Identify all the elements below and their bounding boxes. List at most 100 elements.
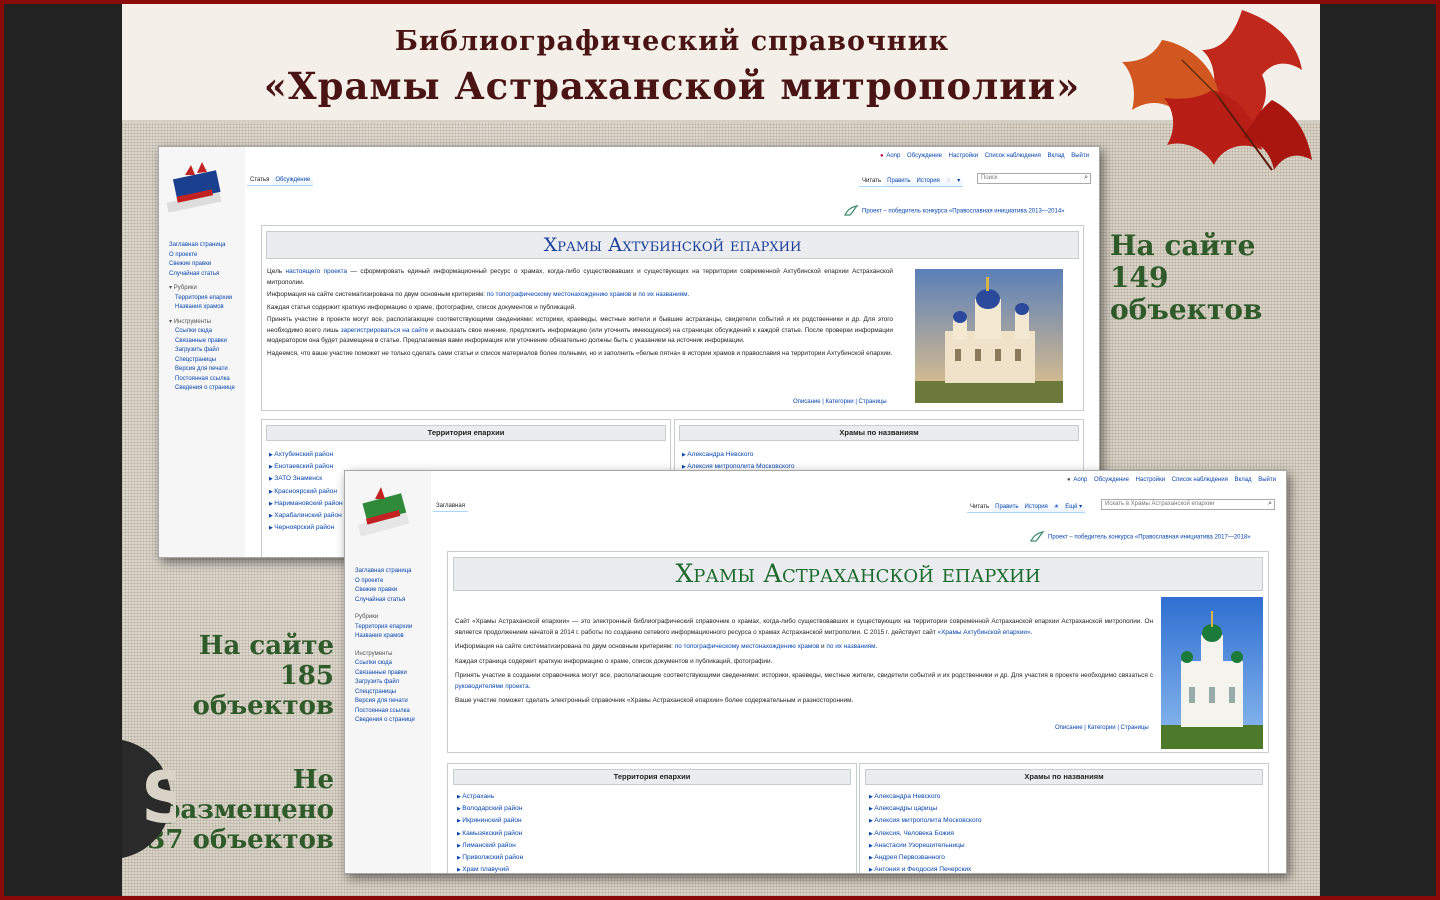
list-item[interactable]: Александры царицы xyxy=(869,803,982,815)
list-item[interactable]: Икрянинский район xyxy=(457,815,523,827)
project-banner[interactable]: Проект – победитель конкурса «Православн… xyxy=(1029,529,1251,545)
wiki-sidebar: Заглавная страница О проекте Свежие прав… xyxy=(159,147,245,557)
settings-link[interactable]: Настройки xyxy=(949,153,978,159)
sidebar-item-recent[interactable]: Свежие правки xyxy=(169,260,235,270)
sidebar-item-main[interactable]: Заглавная страница xyxy=(355,567,415,577)
sidebar-item-recent[interactable]: Свежие правки xyxy=(355,586,415,596)
tab-article[interactable]: Статья xyxy=(247,175,273,186)
sidebar-item-tool[interactable]: Постоянная ссылка xyxy=(355,707,415,717)
list-item[interactable]: ЗАТО Знаменск xyxy=(269,473,343,485)
user-link[interactable]: Аоnр xyxy=(886,153,900,159)
sidebar-item-random[interactable]: Случайная статья xyxy=(355,596,415,606)
list-item[interactable]: Алексия, Человека Божия xyxy=(869,828,982,840)
talk-link[interactable]: Обсуждение xyxy=(907,153,942,159)
search-icon[interactable]: ⌕ xyxy=(1268,500,1272,508)
sidebar-item-territory[interactable]: Территория епархии xyxy=(169,294,235,304)
names-link[interactable]: по их названиям xyxy=(826,643,875,650)
list-item[interactable]: Харабалинский район xyxy=(269,510,343,522)
list-item[interactable]: Александра Невского xyxy=(682,449,795,461)
more-menu[interactable]: Ещё ▾ xyxy=(1062,501,1086,513)
tab-history[interactable]: История xyxy=(913,176,943,187)
sidebar-item-about[interactable]: О проекте xyxy=(355,577,415,587)
sidebar-item-about[interactable]: О проекте xyxy=(169,251,235,261)
names-link[interactable]: по их названиям xyxy=(638,291,687,298)
list-item[interactable]: Камызякский район xyxy=(457,828,523,840)
list-item[interactable]: Енотаевский район xyxy=(269,461,343,473)
more-menu-chevron-down-icon[interactable]: ▾ xyxy=(954,175,964,187)
user-link[interactable]: Аоnр xyxy=(1073,477,1087,483)
list-item[interactable]: Храм плавучий xyxy=(457,864,523,873)
list-item[interactable]: Приволжский район xyxy=(457,852,523,864)
sidebar-item-tool[interactable]: Загрузить файл xyxy=(169,346,235,356)
search-input[interactable]: Искать в Храмы Астраханской епархии ⌕ xyxy=(1101,499,1275,510)
akhtuba-site-link[interactable]: «Храмы Ахтубинской епархии» xyxy=(938,629,1031,636)
category-links[interactable]: Описание | Категории | Страницы xyxy=(1055,725,1149,731)
category-links[interactable]: Описание | Категории | Страницы xyxy=(793,399,887,405)
tab-edit[interactable]: Править xyxy=(884,176,914,187)
tab-main[interactable]: Заглавная xyxy=(433,501,468,512)
tab-discussion[interactable]: Обсуждение xyxy=(272,175,314,186)
tab-edit[interactable]: Править xyxy=(992,502,1022,513)
leaders-link[interactable]: руководителями проекта xyxy=(455,683,529,690)
tab-read[interactable]: Читать xyxy=(967,502,993,513)
contrib-link[interactable]: Вклад xyxy=(1048,153,1065,159)
list-item[interactable]: Наримановский район xyxy=(269,498,342,510)
sidebar-item-random[interactable]: Случайная статья xyxy=(169,270,235,280)
view-tabs: Читать Править История ☆ ▾ xyxy=(859,175,964,187)
list-item[interactable]: Черноярский район xyxy=(269,522,343,534)
sidebar-item-tool[interactable]: Спецстраницы xyxy=(355,688,415,698)
list-item[interactable]: Андрея Первозванного xyxy=(869,852,982,864)
watch-star-icon[interactable]: ☆ xyxy=(942,175,955,187)
sidebar-item-tool[interactable]: Ссылки сюда xyxy=(355,659,415,669)
project-link[interactable]: настоящего проекта xyxy=(286,268,348,275)
sidebar-item-territory[interactable]: Территория епархии xyxy=(355,623,415,633)
list-item[interactable]: Анастасии Узорешительницы xyxy=(869,840,982,852)
site-logo-icon[interactable] xyxy=(351,481,415,539)
watchlist-link[interactable]: Список наблюдения xyxy=(1172,477,1228,483)
logout-link[interactable]: Выйти xyxy=(1258,477,1276,483)
sidebar-item-tool[interactable]: Связанные правки xyxy=(169,337,235,347)
talk-link[interactable]: Обсуждение xyxy=(1094,477,1129,483)
list-item[interactable]: Александра Невского xyxy=(869,791,982,803)
sidebar-item-tool[interactable]: Версия для печати xyxy=(169,365,235,375)
site-logo-icon[interactable] xyxy=(165,157,229,215)
watchlist-link[interactable]: Список наблюдения xyxy=(985,153,1041,159)
right-border xyxy=(1320,4,1436,896)
list-item[interactable]: Ахтубинский район xyxy=(269,449,343,461)
page-tabs: Статья Обсуждение xyxy=(247,175,314,186)
search-input[interactable]: Поиск ⌕ xyxy=(977,173,1091,184)
watch-star-icon[interactable]: ★ xyxy=(1050,501,1063,513)
tab-history[interactable]: История xyxy=(1021,502,1051,513)
sidebar-heading-rubrics: ▾ Рубрики xyxy=(169,285,197,291)
settings-link[interactable]: Настройки xyxy=(1136,477,1165,483)
sidebar-item-main[interactable]: Заглавная страница xyxy=(169,241,235,251)
logout-link[interactable]: Выйти xyxy=(1071,153,1089,159)
sidebar-item-tool[interactable]: Сведения о странице xyxy=(355,716,415,726)
sidebar-item-tool[interactable]: Постоянная ссылка xyxy=(169,375,235,385)
project-banner[interactable]: Проект – победитель конкурса «Православн… xyxy=(843,203,1065,219)
sidebar-item-tool[interactable]: Сведения о странице xyxy=(169,384,235,394)
list-item[interactable]: Лиманский район xyxy=(457,840,523,852)
sidebar-item-names[interactable]: Названия храмов xyxy=(355,632,415,642)
tab-read[interactable]: Читать xyxy=(859,176,885,187)
search-icon[interactable]: ⌕ xyxy=(1084,174,1088,182)
list-item[interactable]: Астрахань xyxy=(457,791,523,803)
dove-icon xyxy=(844,205,859,216)
left-border xyxy=(4,4,122,896)
list-item[interactable]: Алексия митрополита Московского xyxy=(869,815,981,827)
topography-link[interactable]: по топографическому местонахождению храм… xyxy=(487,291,632,298)
list-item[interactable]: Красноярский район xyxy=(269,486,343,498)
topography-link[interactable]: по топографическому местонахождению храм… xyxy=(675,643,820,650)
sidebar-item-tool[interactable]: Связанные правки xyxy=(355,669,415,679)
contrib-link[interactable]: Вклад xyxy=(1235,477,1252,483)
territory-list: Астрахань Володарский район Икрянинский … xyxy=(457,791,523,873)
church-photo-astrakhan xyxy=(1161,597,1263,749)
register-link[interactable]: зарегистрироваться на сайте xyxy=(341,327,429,334)
sidebar-item-names[interactable]: Названия храмов xyxy=(169,303,235,313)
list-item[interactable]: Антония и Феодосия Печерских xyxy=(869,864,982,873)
sidebar-item-tool[interactable]: Ссылки сюда xyxy=(169,327,235,337)
sidebar-item-tool[interactable]: Загрузить файл xyxy=(355,678,415,688)
list-item[interactable]: Володарский район xyxy=(457,803,523,815)
sidebar-item-tool[interactable]: Спецстраницы xyxy=(169,356,235,366)
sidebar-item-tool[interactable]: Версия для печати xyxy=(355,697,415,707)
